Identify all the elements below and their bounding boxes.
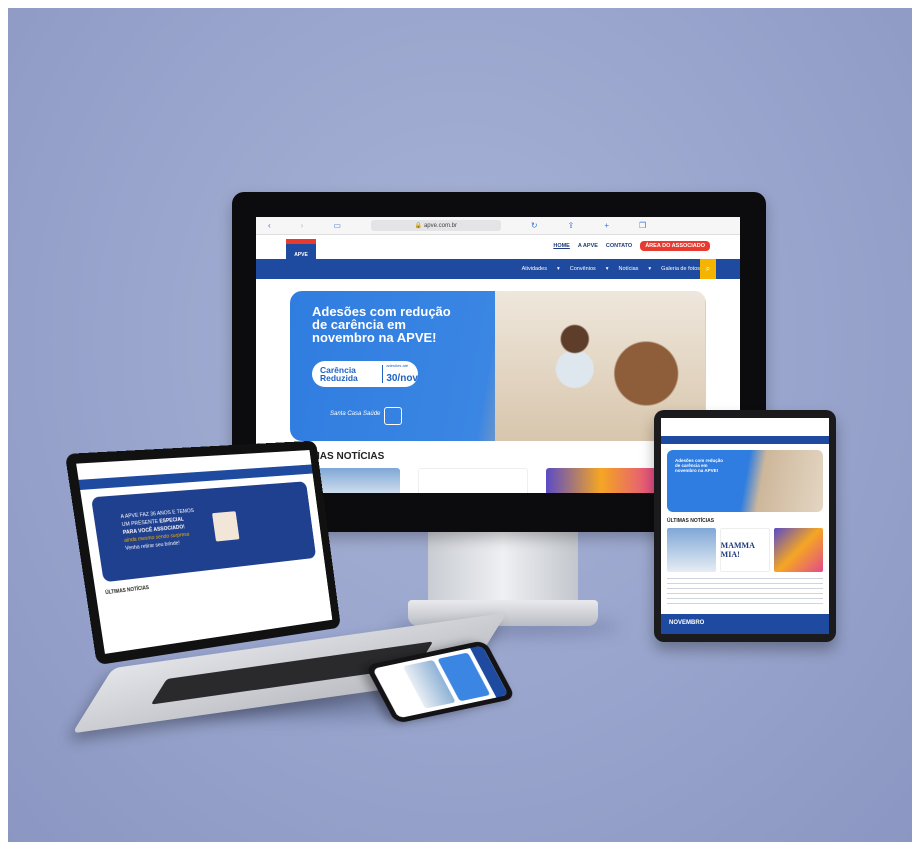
tabs-icon[interactable]: ❐: [639, 221, 646, 230]
nav-convenios[interactable]: Convênios: [570, 266, 596, 272]
tablet-hero[interactable]: Adesões com redução de carência em novem…: [667, 450, 823, 512]
santa-casa-logo: Santa Casa Saúde: [330, 411, 381, 417]
area-associado-button[interactable]: ÁREA DO ASSOCIADO: [640, 241, 710, 251]
nav-atividades[interactable]: Atividades: [522, 266, 547, 272]
address-bar[interactable]: 🔒 apve.com.br: [370, 220, 501, 231]
top-links: HOME A APVE CONTATO ÁREA DO ASSOCIADO: [553, 241, 710, 251]
logo-text: APVE: [294, 251, 308, 258]
nav-dropdown-icon: ▾: [648, 266, 652, 272]
apve-small-logo: [384, 407, 402, 425]
nav-dropdown-icon: ▾: [605, 266, 609, 272]
nav-dropdown-icon: ▾: [557, 266, 560, 272]
search-icon: ⌕: [705, 264, 711, 273]
mamma-text: MAMMA MIA!: [720, 541, 755, 559]
top-link-contato[interactable]: CONTATO: [606, 243, 632, 249]
news-card-arte[interactable]: [418, 468, 528, 493]
pill-left-text: Carência Reduzida: [320, 365, 358, 383]
pill-right: adesões até 30/nov: [386, 363, 418, 386]
tablet-hero-title: Adesões com redução de carência em novem…: [675, 458, 724, 473]
tablet-card-ship[interactable]: [667, 528, 716, 572]
back-icon[interactable]: ‹: [268, 221, 271, 230]
bookmarks-icon[interactable]: ▭: [333, 221, 341, 230]
news-card-feira[interactable]: [546, 468, 656, 493]
nav-noticias[interactable]: Notícias: [619, 266, 639, 272]
gift-box-icon: [212, 511, 240, 542]
search-button[interactable]: ⌕: [700, 259, 716, 279]
share-icon[interactable]: ⇪: [568, 221, 575, 230]
tablet-news-title: ÚLTIMAS NOTÍCIAS: [667, 518, 715, 524]
laptop-screen: A APVE FAZ 36 ANOS E TEMOS UM PRESENTE E…: [76, 450, 333, 654]
imac-stand-neck: [428, 532, 578, 604]
pill-divider: [381, 365, 383, 383]
tablet: Adesões com redução de carência em novem…: [654, 410, 836, 642]
tablet-screen: Adesões com redução de carência em novem…: [661, 418, 829, 634]
safari-toolbar: ‹ › ▭ 🔒 apve.com.br ↻ ⇪ + ❐: [256, 217, 740, 235]
top-link-home[interactable]: HOME: [553, 243, 570, 249]
tablet-nav: [661, 436, 829, 444]
hero-banner[interactable]: Adesões com redução de carência em novem…: [290, 291, 706, 441]
pill-right-small: adesões até: [386, 362, 409, 368]
pill-right-date: 30/nov: [386, 372, 418, 384]
tablet-news-text: [667, 578, 823, 606]
forward-icon[interactable]: ›: [301, 221, 304, 230]
tablet-calendar-month: NOVEMBRO: [669, 620, 705, 626]
reload-icon[interactable]: ↻: [531, 221, 538, 230]
tablet-card-feira[interactable]: [774, 528, 824, 572]
nav-galeria[interactable]: Galeria de fotos: [661, 266, 700, 272]
laptop: A APVE FAZ 36 ANOS E TEMOS UM PRESENTE E…: [64, 440, 343, 685]
laptop-bezel: A APVE FAZ 36 ANOS E TEMOS UM PRESENTE E…: [64, 440, 341, 666]
address-text: apve.com.br: [423, 222, 457, 229]
hero-title: Adesões com redução de carência em novem…: [312, 304, 451, 345]
new-tab-icon[interactable]: +: [604, 221, 609, 230]
lock-icon: 🔒: [414, 223, 424, 229]
carencia-pill: Carência Reduzida adesões até 30/nov: [312, 361, 418, 387]
tablet-news-row: MAMMA MIA!: [667, 528, 824, 572]
top-link-apve[interactable]: A APVE: [578, 243, 598, 249]
tablet-card-mamma[interactable]: MAMMA MIA!: [719, 528, 771, 572]
site-header: APVE HOME A APVE CONTATO ÁREA DO ASSOCIA…: [256, 235, 740, 265]
main-nav: Atividades ▾ Convênios ▾ Notícias ▾ Gale…: [256, 259, 740, 279]
laptop-hero-text: A APVE FAZ 36 ANOS E TEMOS UM PRESENTE E…: [120, 506, 215, 553]
laptop-hero[interactable]: A APVE FAZ 36 ANOS E TEMOS UM PRESENTE E…: [90, 481, 317, 583]
tablet-calendar-bar: NOVEMBRO: [661, 614, 829, 634]
